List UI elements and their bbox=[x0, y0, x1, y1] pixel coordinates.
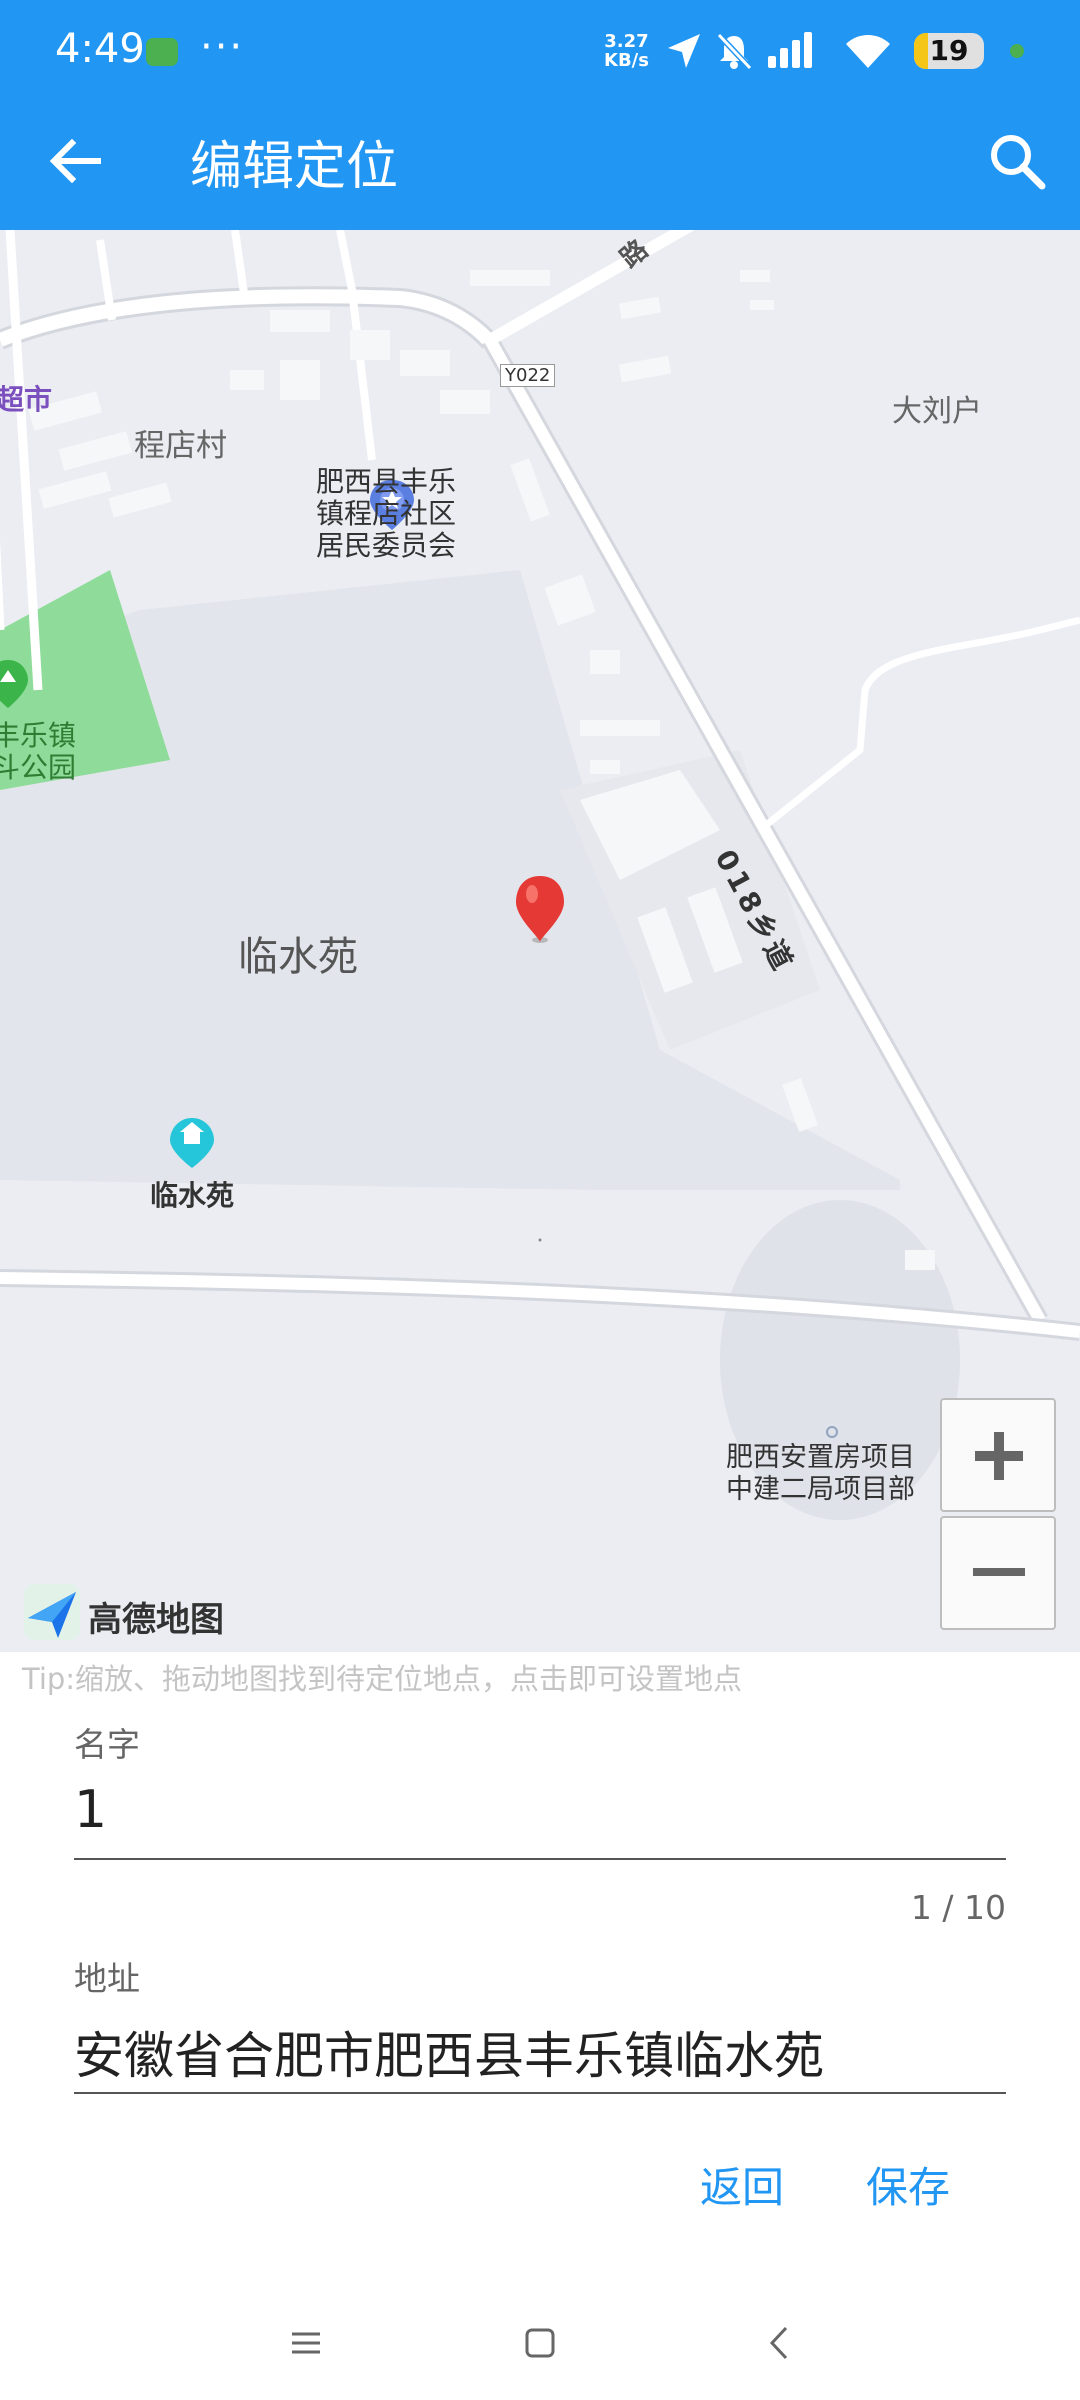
map-label-committee: 肥西县丰乐 镇程店社区 居民委员会 bbox=[316, 465, 457, 562]
back-button[interactable]: 返回 bbox=[700, 2154, 784, 2215]
name-label: 名字 bbox=[74, 1725, 140, 1764]
address-input[interactable]: 安徽省合肥市肥西县丰乐镇临水苑 bbox=[74, 2016, 824, 2088]
network-speed-unit: KB/s bbox=[604, 50, 649, 71]
map-label-park: 丰乐镇 斗公园 bbox=[0, 719, 77, 784]
battery-level: 19 bbox=[929, 34, 969, 67]
battery-icon: 19 bbox=[914, 33, 984, 69]
name-char-counter: 1 / 10 bbox=[910, 1888, 1006, 1927]
amap-logo: 高德地图 bbox=[22, 1582, 252, 1642]
status-time: 4:49 bbox=[55, 26, 145, 72]
privacy-indicator-dot bbox=[1010, 44, 1024, 58]
map-label-area: 临水苑 bbox=[238, 934, 358, 980]
system-nav-bar bbox=[0, 2290, 1080, 2400]
address-input-underline bbox=[74, 2092, 1006, 2094]
network-speed: 3.27 KB/s bbox=[604, 32, 649, 70]
zoom-out-button[interactable] bbox=[940, 1516, 1056, 1630]
road bbox=[757, 616, 1080, 833]
map-label-road-y022: Y022 bbox=[500, 364, 556, 387]
center-dot bbox=[538, 1238, 542, 1242]
amap-logo-icon bbox=[24, 1584, 80, 1640]
address-label: 地址 bbox=[74, 1959, 140, 1998]
search-icon[interactable] bbox=[982, 126, 1052, 196]
network-speed-value: 3.27 bbox=[604, 31, 649, 52]
zoom-in-button[interactable] bbox=[940, 1398, 1056, 1512]
signal-icon bbox=[768, 32, 812, 68]
save-button[interactable]: 保存 bbox=[866, 2154, 950, 2215]
map-label-poi: 临水苑 bbox=[150, 1179, 235, 1212]
map-label-village: 程店村 bbox=[134, 428, 227, 464]
wifi-icon bbox=[846, 35, 890, 68]
name-input[interactable]: 1 bbox=[74, 1780, 107, 1840]
tip-text: Tip:缩放、拖动地图找到待定位地点，点击即可设置地点 bbox=[22, 1662, 743, 1696]
road bbox=[0, 289, 496, 347]
page-title: 编辑定位 bbox=[190, 137, 399, 197]
status-bar: 4:49 ··· 3.27 KB/s 19 bbox=[0, 0, 1080, 102]
home-icon[interactable] bbox=[524, 2318, 558, 2368]
amap-logo-text: 高德地图 bbox=[88, 1600, 224, 1640]
bell-muted-icon bbox=[716, 32, 753, 71]
app-notification-icon bbox=[146, 38, 178, 66]
back-icon[interactable] bbox=[764, 2318, 794, 2368]
map-label-supermarket: 超市 bbox=[0, 383, 53, 416]
map-view[interactable]: 超市 程店村 Y022 路 大刘户 肥西县丰乐 镇程店社区 居民委员会 丰乐镇 … bbox=[0, 230, 1080, 1652]
arrow-left-icon[interactable] bbox=[40, 126, 110, 196]
location-arrow-icon bbox=[668, 34, 700, 68]
map-label-dalihu: 大刘户 bbox=[892, 394, 982, 429]
status-more-dots: ··· bbox=[200, 24, 245, 70]
map-label-project: 肥西安置房项目 中建二局项目部 bbox=[726, 1442, 915, 1505]
menu-icon[interactable] bbox=[290, 2318, 322, 2368]
app-bar: 编辑定位 bbox=[0, 102, 1080, 230]
name-input-underline bbox=[74, 1858, 1006, 1860]
